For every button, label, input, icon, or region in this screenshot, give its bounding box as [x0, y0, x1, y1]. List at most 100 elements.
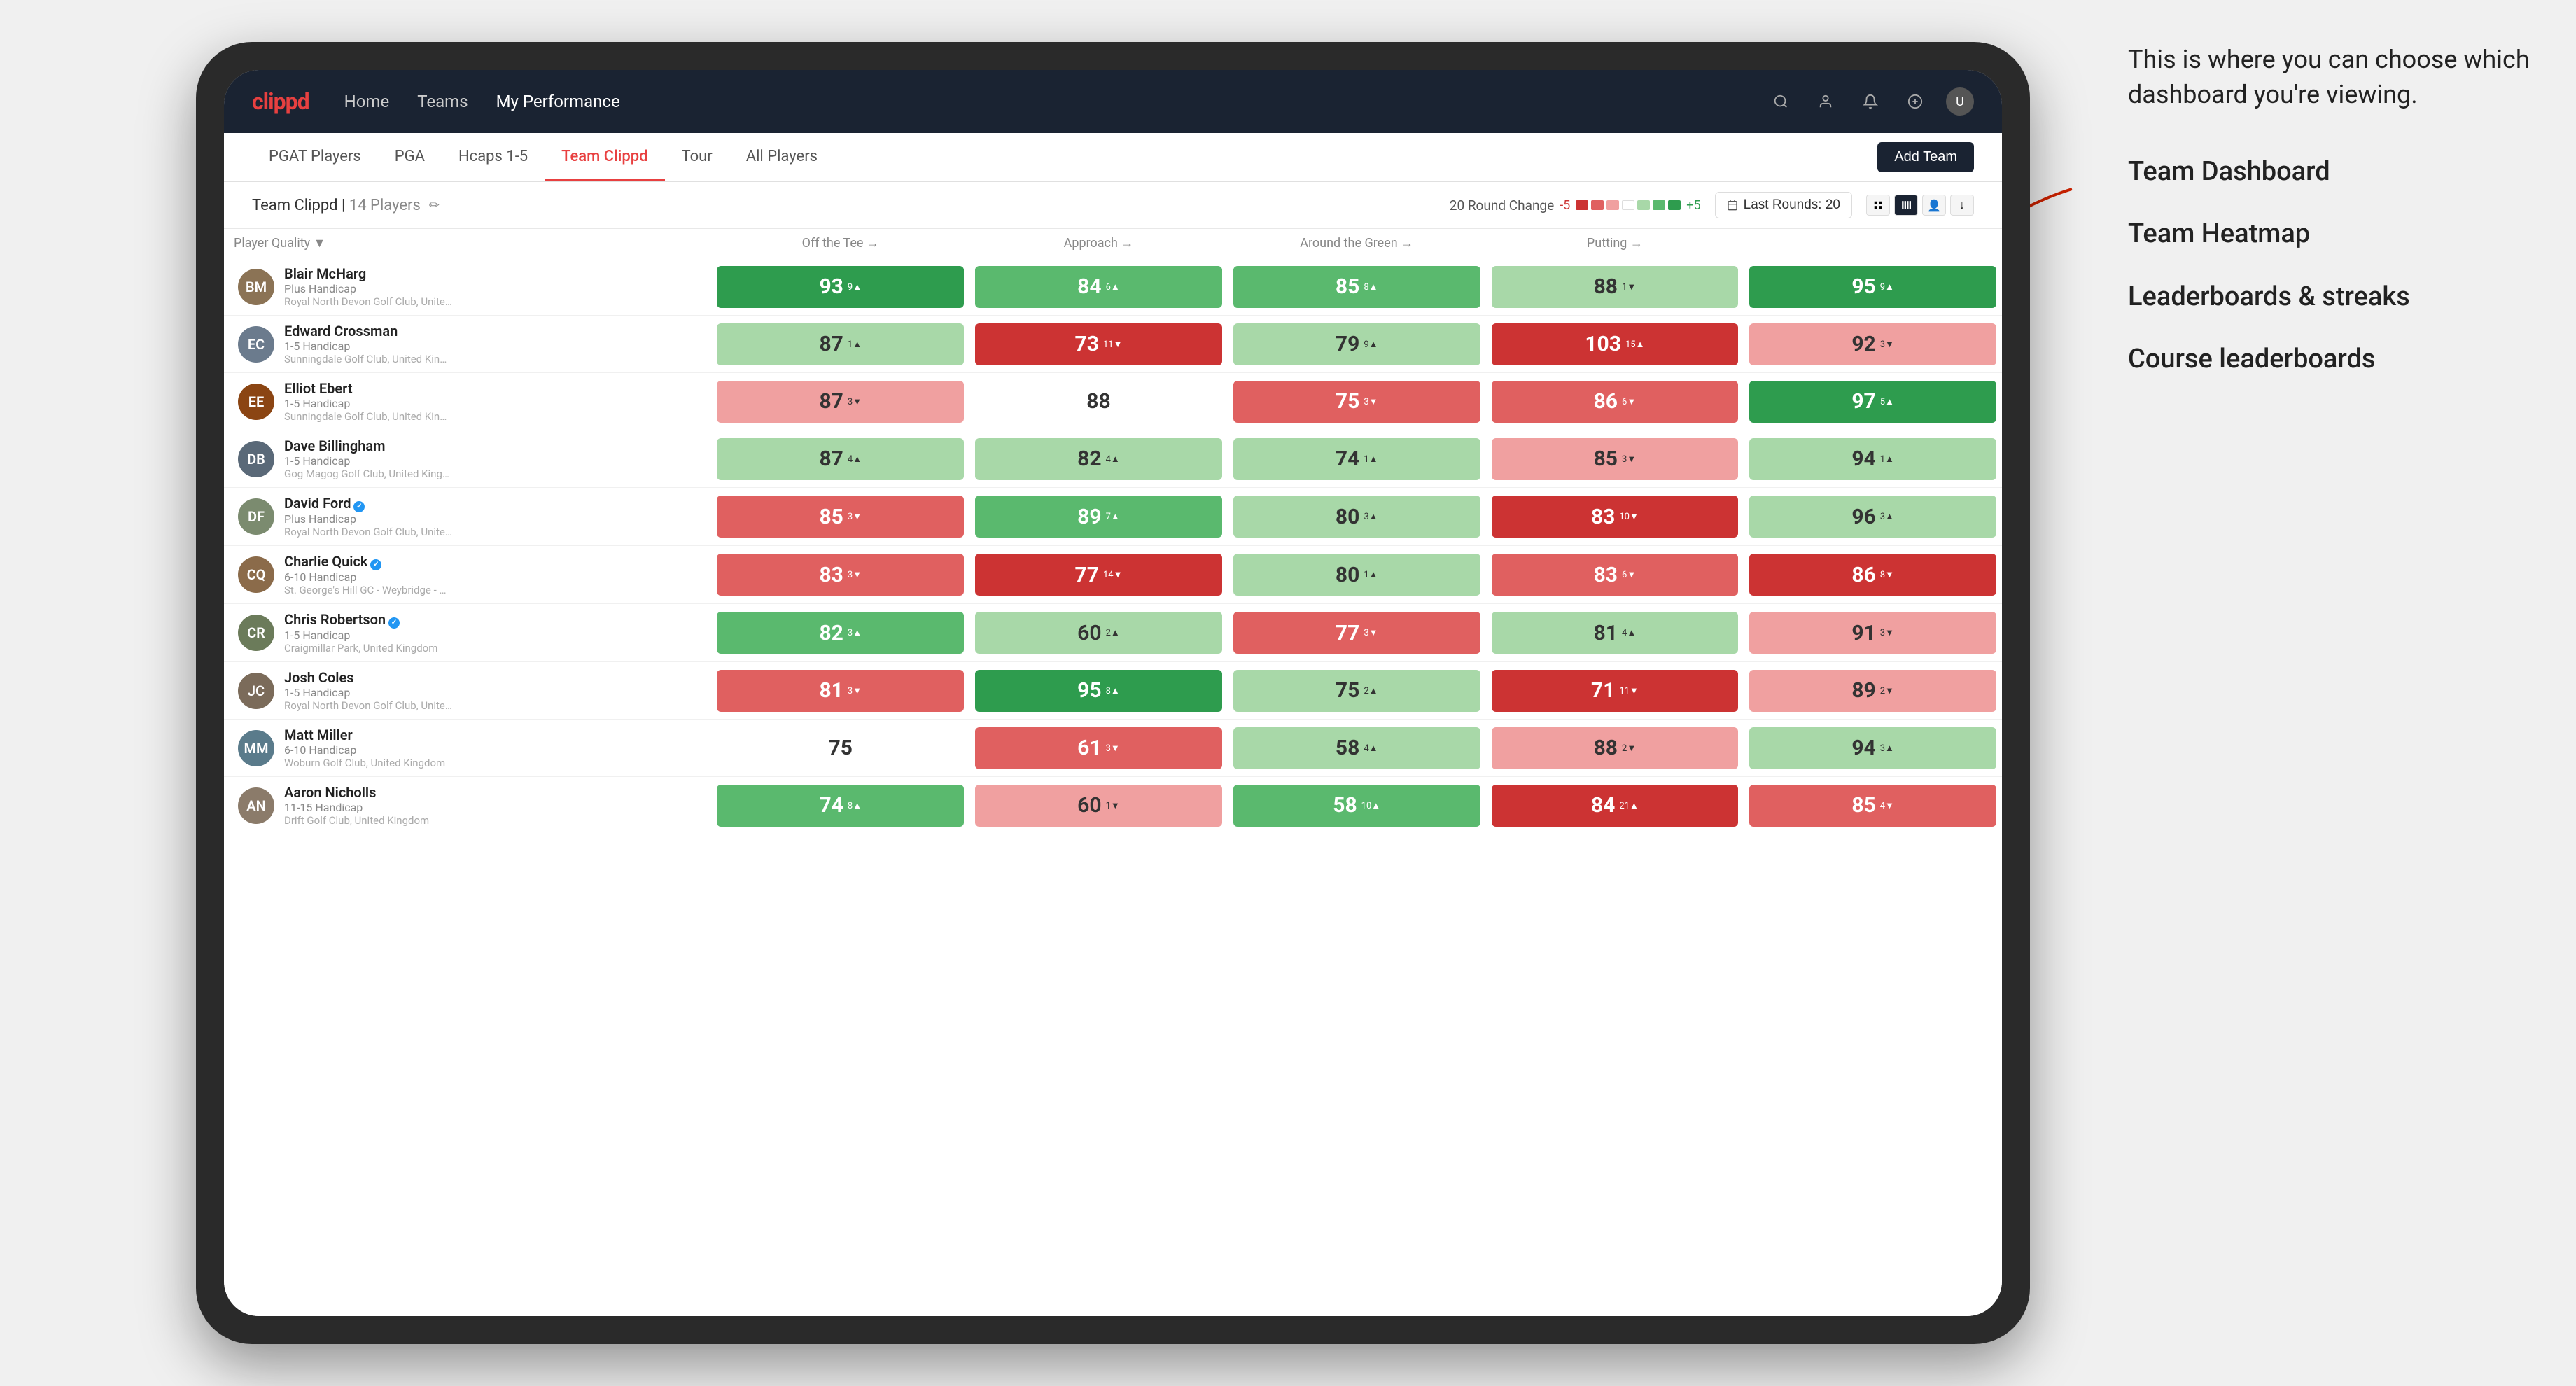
view-person-icon[interactable]: 👤 [1922, 195, 1946, 216]
player-club-4: Royal North Devon Golf Club, United King… [284, 526, 452, 538]
metric-quality-8: 94 3▲ [1744, 720, 2002, 777]
player-hcap-1: 1-5 Handicap [284, 340, 452, 353]
metric-quality-1: 92 3▼ [1744, 316, 2002, 373]
player-hcap-5: 6-10 Handicap [284, 570, 452, 584]
col-header-player[interactable]: Player Quality ▼ [224, 229, 711, 258]
player-name-3: Dave Billingham [284, 438, 452, 454]
player-hcap-3: 1-5 Handicap [284, 454, 452, 468]
metric-approach-4: 89 7▲ [969, 488, 1228, 546]
metric-approach-6: 60 2▲ [969, 604, 1228, 662]
nav-item-home[interactable]: Home [344, 92, 390, 111]
heatmap-seg-5 [1637, 200, 1650, 210]
annotation-list: Team Dashboard Team Heatmap Leaderboards… [2128, 155, 2534, 377]
user-avatar[interactable]: U [1946, 88, 1974, 115]
metric-approach-1: 73 11▼ [969, 316, 1228, 373]
tab-all-players[interactable]: All Players [729, 133, 834, 181]
player-cell-8[interactable]: MM Matt Miller 6-10 Handicap Woburn Golf… [224, 720, 711, 777]
metric-quality-3: 94 1▲ [1744, 430, 2002, 488]
profile-icon[interactable] [1812, 88, 1840, 115]
tablet-frame: clippd Home Teams My Performance [196, 42, 2030, 1344]
table-row: CQ Charlie Quick✓ 6-10 Handicap St. Geor… [224, 546, 2002, 604]
team-controls: 20 Round Change -5 +5 [1450, 192, 1974, 218]
metric-quality-4: 96 3▲ [1744, 488, 2002, 546]
player-cell-7[interactable]: JC Josh Coles 1-5 Handicap Royal North D… [224, 662, 711, 720]
player-name-6: Chris Robertson✓ [284, 611, 438, 629]
tab-pga[interactable]: PGA [378, 133, 442, 181]
tab-pgat-players[interactable]: PGAT Players [252, 133, 378, 181]
col-header-putting[interactable]: Putting → [1486, 229, 1744, 258]
edit-team-icon[interactable]: ✏ [429, 198, 440, 213]
bell-icon[interactable] [1856, 88, 1884, 115]
metric-approach-3: 82 4▲ [969, 430, 1228, 488]
player-hcap-6: 1-5 Handicap [284, 629, 438, 642]
player-cell-1[interactable]: EC Edward Crossman 1-5 Handicap Sunningd… [224, 316, 711, 373]
player-info-2: Elliot Ebert 1-5 Handicap Sunningdale Go… [284, 380, 452, 423]
round-change-min: -5 [1560, 198, 1570, 213]
metric-around-green-8: 58 4▲ [1228, 720, 1486, 777]
player-info-0: Blair McHarg Plus Handicap Royal North D… [284, 265, 452, 308]
nav-item-teams[interactable]: Teams [417, 92, 468, 111]
last-rounds-button[interactable]: Last Rounds: 20 [1715, 192, 1852, 218]
player-cell-5[interactable]: CQ Charlie Quick✓ 6-10 Handicap St. Geor… [224, 546, 711, 604]
metric-around-green-0: 85 8▲ [1228, 258, 1486, 316]
player-info-7: Josh Coles 1-5 Handicap Royal North Devo… [284, 669, 452, 712]
player-name-2: Elliot Ebert [284, 380, 452, 397]
table-row: MM Matt Miller 6-10 Handicap Woburn Golf… [224, 720, 2002, 777]
add-team-button[interactable]: Add Team [1877, 142, 1974, 172]
team-title: Team Clippd | 14 Players ✏ [252, 197, 440, 214]
player-info-1: Edward Crossman 1-5 Handicap Sunningdale… [284, 323, 452, 365]
view-grid-icon[interactable] [1866, 195, 1890, 216]
player-hcap-9: 11-15 Handicap [284, 801, 429, 814]
team-header: Team Clippd | 14 Players ✏ 20 Round Chan… [224, 182, 2002, 229]
player-avatar-6: CR [238, 615, 274, 651]
add-circle-icon[interactable] [1901, 88, 1929, 115]
view-heatmap-icon[interactable] [1894, 195, 1918, 216]
metric-off-tee-9: 74 8▲ [711, 777, 969, 834]
metric-quality-0: 95 9▲ [1744, 258, 2002, 316]
round-change-max: +5 [1686, 198, 1700, 213]
player-cell-9[interactable]: AN Aaron Nicholls 11-15 Handicap Drift G… [224, 777, 711, 834]
player-club-3: Gog Magog Golf Club, United Kingdom [284, 468, 452, 480]
tab-team-clippd[interactable]: Team Clippd [545, 133, 664, 181]
metric-putting-6: 81 4▲ [1486, 604, 1744, 662]
round-change-label: 20 Round Change [1450, 197, 1554, 214]
metric-putting-9: 84 21▲ [1486, 777, 1744, 834]
nav-item-my-performance[interactable]: My Performance [496, 92, 620, 111]
verified-badge: ✓ [370, 559, 382, 570]
col-header-around-green[interactable]: Around the Green → [1228, 229, 1486, 258]
annotation-item-3: Leaderboards & streaks [2128, 280, 2534, 314]
player-club-1: Sunningdale Golf Club, United Kingdom [284, 353, 452, 365]
player-hcap-8: 6-10 Handicap [284, 743, 445, 757]
heatmap-seg-2 [1591, 200, 1604, 210]
player-cell-3[interactable]: DB Dave Billingham 1-5 Handicap Gog Mago… [224, 430, 711, 488]
col-header-approach[interactable]: Approach → [969, 229, 1228, 258]
tab-tour[interactable]: Tour [665, 133, 729, 181]
player-cell-0[interactable]: BM Blair McHarg Plus Handicap Royal Nort… [224, 258, 711, 316]
player-cell-2[interactable]: EE Elliot Ebert 1-5 Handicap Sunningdale… [224, 373, 711, 430]
last-rounds-label: Last Rounds: 20 [1744, 197, 1840, 213]
player-avatar-8: MM [238, 730, 274, 766]
calendar-icon [1727, 200, 1738, 211]
table-row: CR Chris Robertson✓ 1-5 Handicap Craigmi… [224, 604, 2002, 662]
tab-hcaps[interactable]: Hcaps 1-5 [442, 133, 545, 181]
search-icon[interactable] [1767, 88, 1795, 115]
view-toggle: 👤 ↓ [1866, 195, 1974, 216]
player-cell-6[interactable]: CR Chris Robertson✓ 1-5 Handicap Craigmi… [224, 604, 711, 662]
player-avatar-9: AN [238, 788, 274, 824]
player-info-5: Charlie Quick✓ 6-10 Handicap St. George'… [284, 553, 452, 596]
player-avatar-1: EC [238, 326, 274, 363]
metric-around-green-9: 58 10▲ [1228, 777, 1486, 834]
annotation-item-4: Course leaderboards [2128, 342, 2534, 377]
metric-putting-7: 71 11▼ [1486, 662, 1744, 720]
metric-off-tee-3: 87 4▲ [711, 430, 969, 488]
player-club-6: Craigmillar Park, United Kingdom [284, 642, 438, 654]
col-header-off-tee[interactable]: Off the Tee → [711, 229, 969, 258]
player-hcap-2: 1-5 Handicap [284, 397, 452, 410]
nav-items: Home Teams My Performance [344, 92, 1767, 111]
metric-putting-2: 86 6▼ [1486, 373, 1744, 430]
metric-off-tee-7: 81 3▼ [711, 662, 969, 720]
view-download-icon[interactable]: ↓ [1950, 195, 1974, 216]
player-cell-4[interactable]: DF David Ford✓ Plus Handicap Royal North… [224, 488, 711, 546]
metric-putting-1: 103 15▲ [1486, 316, 1744, 373]
table-row: AN Aaron Nicholls 11-15 Handicap Drift G… [224, 777, 2002, 834]
